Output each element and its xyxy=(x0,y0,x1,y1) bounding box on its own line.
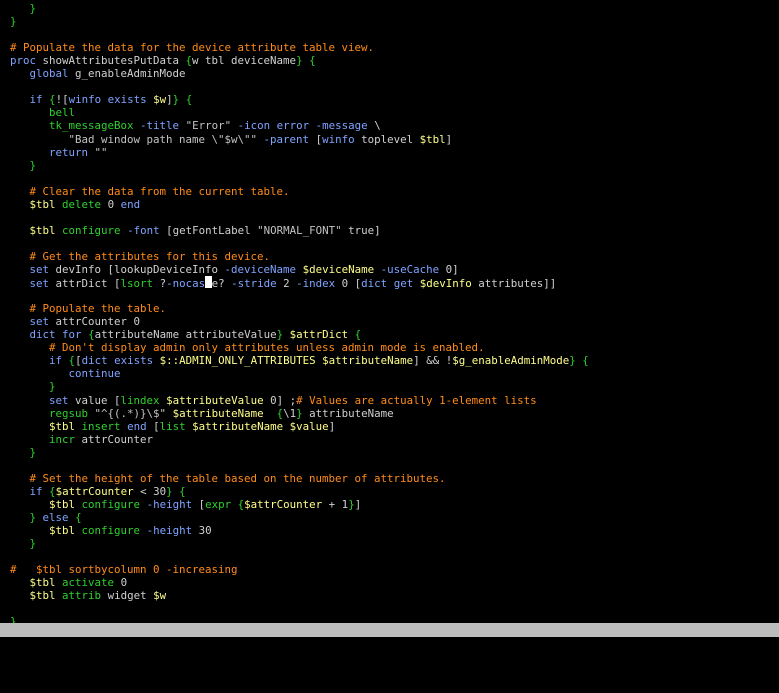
code-line[interactable]: # Don't display admin only attributes un… xyxy=(10,341,485,354)
code-line[interactable]: regsub "^{(.*)}\$" $attributeName {\1} a… xyxy=(10,407,394,420)
code-line[interactable]: if {![winfo exists $w]} { xyxy=(10,93,193,106)
code-line[interactable]: $tbl configure -font [getFontLabel "NORM… xyxy=(10,224,381,237)
code-line[interactable]: $tbl configure -height 30 xyxy=(10,524,212,537)
code-line[interactable]: tk_messageBox -title "Error" -icon error… xyxy=(10,119,381,132)
code-line[interactable]: # Get the attributes for this device. xyxy=(10,250,271,263)
code-line[interactable]: } xyxy=(10,537,37,550)
code-line[interactable]: "Bad window path name \"$w\"" -parent [w… xyxy=(10,133,453,146)
code-line[interactable]: set value [lindex $attributeValue 0] ;# … xyxy=(10,394,537,407)
code-line[interactable]: } xyxy=(10,615,17,623)
code-line[interactable]: } xyxy=(10,2,37,15)
code-line[interactable]: set devInfo [lookupDeviceInfo -deviceNam… xyxy=(10,263,459,276)
code-line[interactable]: # Populate the data for the device attri… xyxy=(10,41,374,54)
code-line[interactable]: set attrCounter 0 xyxy=(10,315,141,328)
mode-line: -:--- pmgGUILib.tcl 16% (1605,32) (Tcl) xyxy=(0,623,779,692)
code-line[interactable]: # Set the height of the table based on t… xyxy=(10,472,446,485)
code-line[interactable]: global g_enableAdminMode xyxy=(10,67,186,80)
code-line[interactable]: # $tbl sortbycolumn 0 -increasing xyxy=(10,563,238,576)
code-line[interactable]: return "" xyxy=(10,146,108,159)
code-line[interactable]: # Populate the table. xyxy=(10,302,167,315)
buffer-filename: pmgGUILib.tcl xyxy=(29,651,114,664)
code-line[interactable]: } xyxy=(10,15,17,28)
code-line[interactable]: } else { xyxy=(10,511,82,524)
code-line[interactable]: } xyxy=(10,446,37,459)
code-line[interactable]: if {[dict exists $::ADMIN_ONLY_ATTRIBUTE… xyxy=(10,354,589,367)
code-line[interactable]: set attrDict [lsort ?-nocas e? -stride 2 … xyxy=(10,276,556,290)
code-line[interactable]: $tbl configure -height [expr {$attrCount… xyxy=(10,498,361,511)
minibuffer[interactable] xyxy=(0,637,779,645)
code-line[interactable]: incr attrCounter xyxy=(10,433,153,446)
code-line[interactable]: if {$attrCounter < 30} { xyxy=(10,485,186,498)
code-line[interactable]: proc showAttributesPutData {w tbl device… xyxy=(10,54,316,67)
code-line[interactable]: } xyxy=(10,380,56,393)
cursor-position: 16% (1605,32) xyxy=(53,665,138,678)
code-line[interactable]: $tbl insert end [list $attributeName $va… xyxy=(10,420,335,433)
code-line[interactable]: continue xyxy=(10,367,121,380)
code-line[interactable]: dict for {attributeName attributeValue} … xyxy=(10,328,362,341)
code-line[interactable]: } xyxy=(10,159,37,172)
code-line[interactable]: bell xyxy=(10,106,75,119)
code-line[interactable]: # Clear the data from the current table. xyxy=(10,185,290,198)
code-line[interactable]: $tbl attrib widget $w xyxy=(10,589,167,602)
major-mode: (Tcl) xyxy=(25,679,58,692)
code-line[interactable]: $tbl activate 0 xyxy=(10,576,128,589)
code-line[interactable]: $tbl delete 0 end xyxy=(10,198,141,211)
text-cursor xyxy=(205,276,212,289)
code-editor[interactable]: }} # Populate the data for the device att… xyxy=(0,0,779,623)
